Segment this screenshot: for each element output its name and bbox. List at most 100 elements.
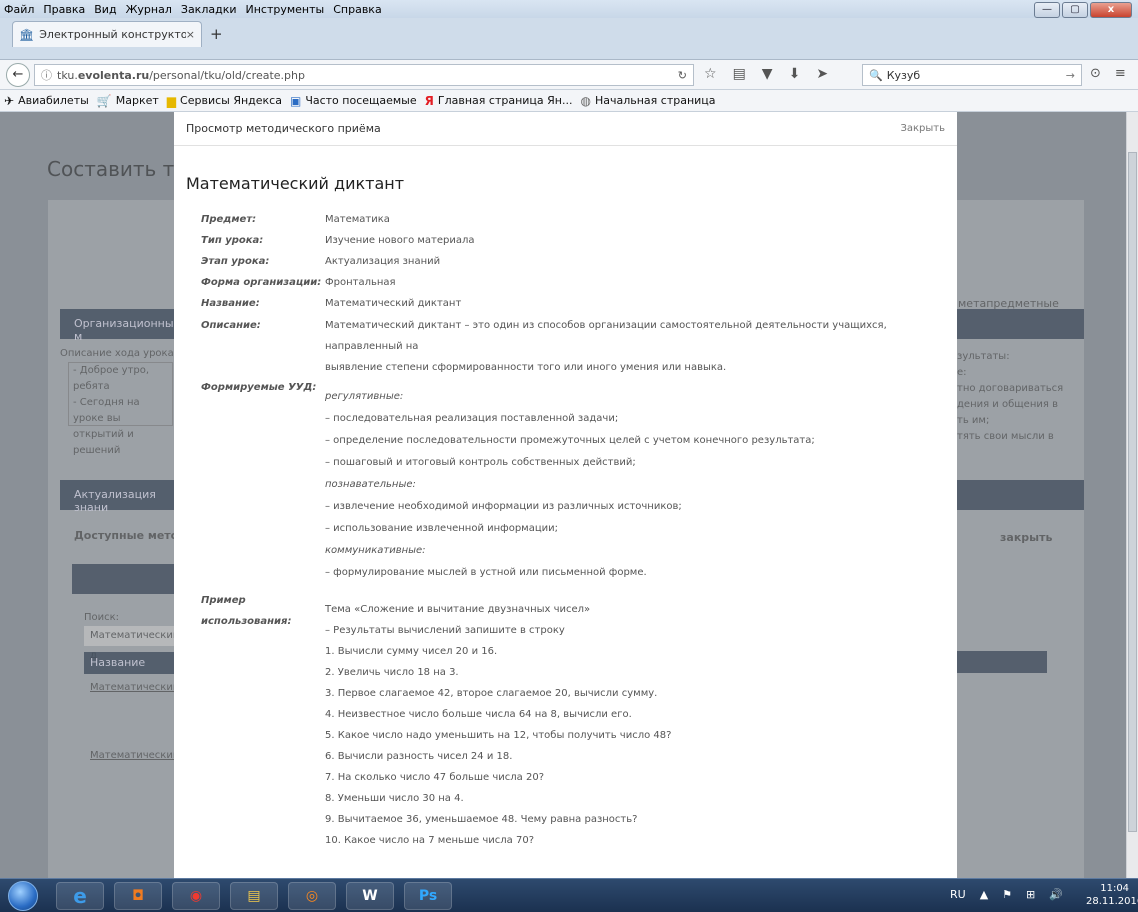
tray-arrow-icon[interactable]: ▲ <box>980 888 988 901</box>
menu-bar: Файл Правка Вид Журнал Закладки Инструме… <box>0 0 1138 18</box>
bookmark-market[interactable]: 🛒 Маркет <box>97 94 159 108</box>
menu-bookmarks[interactable]: Закладки <box>181 3 237 16</box>
menu-file[interactable]: Файл <box>4 3 34 16</box>
bookmark-frequent[interactable]: ▣ Часто посещаемые <box>290 94 417 108</box>
menu-history[interactable]: Журнал <box>126 3 172 16</box>
bookmark-yandex-services[interactable]: ▆ Сервисы Яндекса <box>167 94 282 108</box>
bookmark-aviabilety[interactable]: ✈ Авиабилеты <box>4 94 89 108</box>
search-go-icon[interactable]: → <box>1066 69 1075 82</box>
search-label: Поиск: <box>84 612 120 623</box>
menu-help[interactable]: Справка <box>333 3 381 16</box>
example-line: Тема «Сложение и вычитание двузначных чи… <box>325 604 591 615</box>
bookmark-icon: ▣ <box>289 93 302 108</box>
site-favicon-icon: 🏛 <box>19 27 35 42</box>
field-org-form: Форма организации: Фронтальная <box>201 277 396 288</box>
outlook-icon[interactable]: ◘ <box>114 882 162 910</box>
modal-close-button[interactable]: Закрыть <box>900 123 945 134</box>
url-text[interactable]: tku.evolenta.ru/personal/tku/old/create.… <box>57 69 678 82</box>
volume-icon[interactable]: 🔊 <box>1049 888 1063 901</box>
explorer-icon[interactable]: ▤ <box>230 882 278 910</box>
right-toolbar: ⊙ ≡ <box>1090 66 1138 81</box>
navigation-bar: ← ⓘ tku.evolenta.ru/personal/tku/old/cre… <box>0 60 1138 90</box>
field-uud: Формируемые УУД: регулятивные: – последо… <box>201 377 925 584</box>
toolbar-icons: ☆ ▤ ▼ ⬇ ➤ <box>704 66 844 82</box>
page-scrollbar[interactable] <box>1126 112 1138 878</box>
example-line: 5. Какое число надо уменьшить на 12, что… <box>325 730 672 741</box>
language-indicator[interactable]: RU <box>950 888 966 901</box>
uud-line: – определение последовательности промежу… <box>325 435 815 446</box>
minimize-button[interactable]: — <box>1034 2 1060 18</box>
menu-tools[interactable]: Инструменты <box>246 3 325 16</box>
field-example: Пример использования: Тема «Сложение и в… <box>201 590 925 851</box>
example-line: 6. Вычисли разность чисел 24 и 18. <box>325 751 513 762</box>
send-icon[interactable]: ➤ <box>816 66 828 82</box>
uud-line: – пошаговый и итоговый контроль собствен… <box>325 457 636 468</box>
search-box[interactable]: 🔍 Кузуб → <box>862 64 1082 86</box>
start-button[interactable] <box>8 881 38 911</box>
network-icon[interactable]: ⊞ <box>1026 888 1035 901</box>
description-line: Математический диктант – это один из спо… <box>325 320 887 352</box>
method-preview-modal: Просмотр методического приёма Закрыть Ма… <box>174 112 957 878</box>
field-name: Название: Математический диктант <box>201 298 462 309</box>
page-title: Составить те <box>47 157 187 181</box>
section-org[interactable]: Организационный м <box>60 309 181 343</box>
reading-list-icon[interactable]: ▤ <box>733 66 746 82</box>
example-line: 3. Первое слагаемое 42, второе слагаемое… <box>325 688 658 699</box>
globe-icon: ◍ <box>580 93 591 108</box>
back-button[interactable]: ← <box>6 63 30 87</box>
menu-view[interactable]: Вид <box>94 3 116 16</box>
uud-line: – использование извлеченной информации; <box>325 523 559 534</box>
close-tab-icon[interactable]: × <box>186 28 195 41</box>
clock[interactable]: 11:04 28.11.2016 <box>1086 882 1138 908</box>
uud-line: коммуникативные: <box>325 545 426 556</box>
photoshop-icon[interactable]: Ps <box>404 882 452 910</box>
hamburger-menu-icon[interactable]: ≡ <box>1115 66 1126 81</box>
folder-icon: ▆ <box>166 93 177 108</box>
maximize-button[interactable]: ▢ <box>1062 2 1088 18</box>
close-window-button[interactable]: x <box>1090 2 1132 18</box>
section-actualization[interactable]: Актуализация знани <box>60 480 175 514</box>
uud-line: познавательные: <box>325 479 416 490</box>
close-link[interactable]: закрыть <box>1000 530 1052 546</box>
download-icon[interactable]: ⬇ <box>789 66 801 82</box>
description-line: выявление степени сформированности того … <box>325 362 727 373</box>
modal-header-title: Просмотр методического приёма <box>186 122 381 135</box>
bookmark-start-page[interactable]: ◍ Начальная страница <box>580 94 715 108</box>
section-right-2 <box>957 480 1084 510</box>
example-line: 8. Уменьши число 30 на 4. <box>325 793 464 804</box>
tab-bar: 🏛 Электронный конструкто... × + <box>0 18 1138 60</box>
bookmark-star-icon[interactable]: ☆ <box>704 66 717 82</box>
info-icon[interactable]: ⓘ <box>41 67 52 83</box>
modal-title: Математический диктант <box>186 174 405 193</box>
example-line: 9. Вычитаемое 36, уменьшаемое 48. Чему р… <box>325 814 638 825</box>
addon-icon[interactable]: ⊙ <box>1090 66 1101 81</box>
chrome-icon[interactable]: ◉ <box>172 882 220 910</box>
scrollbar-thumb[interactable] <box>1128 152 1137 832</box>
example-line: 2. Увеличь число 18 на 3. <box>325 667 459 678</box>
bg-search-input[interactable]: Математический д <box>84 626 179 661</box>
window-controls: — ▢ x <box>1032 2 1132 18</box>
reload-icon[interactable]: ↻ <box>678 69 693 82</box>
menu-edit[interactable]: Правка <box>43 3 85 16</box>
bookmarks-bar: ✈ Авиабилеты 🛒 Маркет ▆ Сервисы Яндекса ▣ Ча… <box>0 90 1138 112</box>
tab-constructor[interactable]: 🏛 Электронный конструкто... × <box>12 21 202 47</box>
uud-line: – последовательная реализация поставленн… <box>325 413 619 424</box>
firefox-icon[interactable]: ◎ <box>288 882 336 910</box>
search-input[interactable]: Кузуб <box>887 69 1066 82</box>
modal-header: Просмотр методического приёма Закрыть <box>174 112 957 146</box>
yandex-icon: Я <box>424 93 434 108</box>
windows-taskbar: e ◘ ◉ ▤ ◎ W Ps RU ▲ ⚑ ⊞ 🔊 11:04 28.11.20… <box>0 878 1138 912</box>
cart-icon: 🛒 <box>96 93 112 108</box>
system-tray: RU ▲ ⚑ ⊞ 🔊 <box>950 888 1077 901</box>
new-tab-button[interactable]: + <box>210 25 223 43</box>
ie-icon[interactable]: e <box>56 882 104 910</box>
field-subject: Предмет: Математика <box>201 214 390 225</box>
flag-icon[interactable]: ⚑ <box>1002 888 1012 901</box>
word-icon[interactable]: W <box>346 882 394 910</box>
pocket-icon[interactable]: ▼ <box>762 66 773 82</box>
bookmark-yandex-home[interactable]: Я Главная страница Ян... <box>425 94 573 108</box>
uud-line: – извлечение необходимой информации из р… <box>325 501 682 512</box>
section-right <box>957 309 1084 339</box>
address-bar[interactable]: ⓘ tku.evolenta.ru/personal/tku/old/creat… <box>34 64 694 86</box>
uud-line: – формулирование мыслей в устной или пис… <box>325 567 647 578</box>
